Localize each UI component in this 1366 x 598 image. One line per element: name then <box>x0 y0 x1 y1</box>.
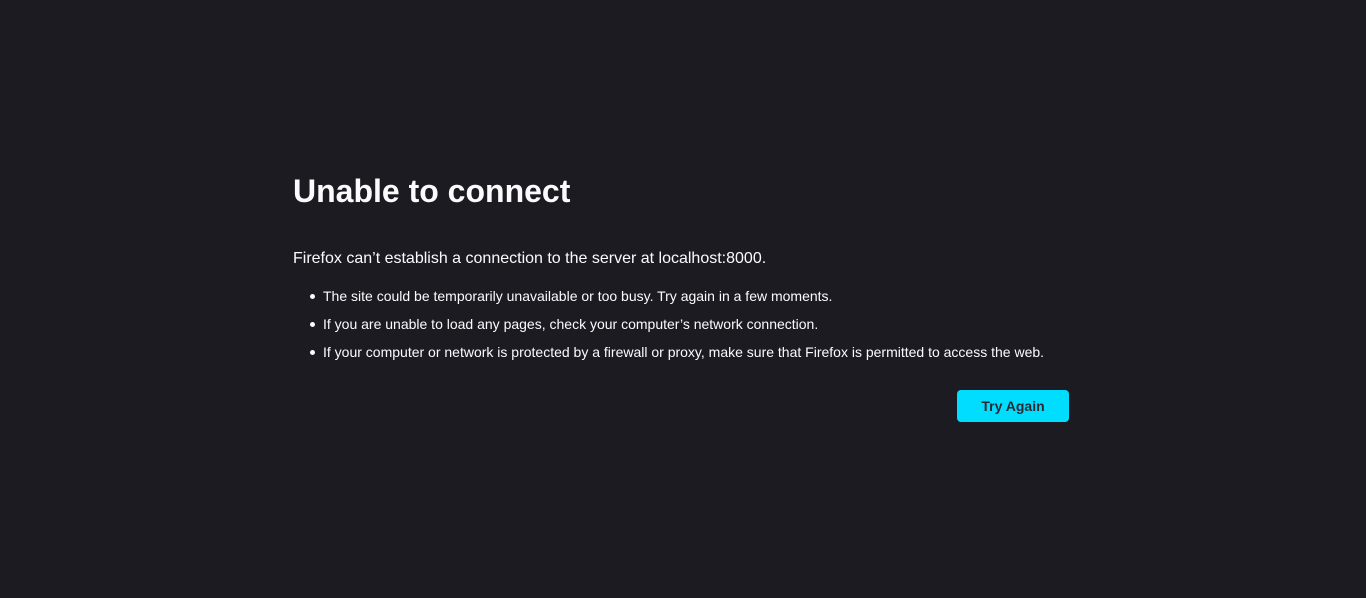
try-again-button[interactable]: Try Again <box>957 390 1069 422</box>
error-page: Unable to connect Firefox can’t establis… <box>293 170 1069 422</box>
error-description: Firefox can’t establish a connection to … <box>293 250 767 267</box>
list-item: If you are unable to load any pages, che… <box>310 314 1069 334</box>
list-item: If your computer or network is protected… <box>310 342 1069 362</box>
suggestion-list: The site could be temporarily unavailabl… <box>293 286 1069 362</box>
list-item: The site could be temporarily unavailabl… <box>310 286 1069 306</box>
button-row: Try Again <box>293 390 1069 422</box>
page-title: Unable to connect <box>293 173 571 209</box>
